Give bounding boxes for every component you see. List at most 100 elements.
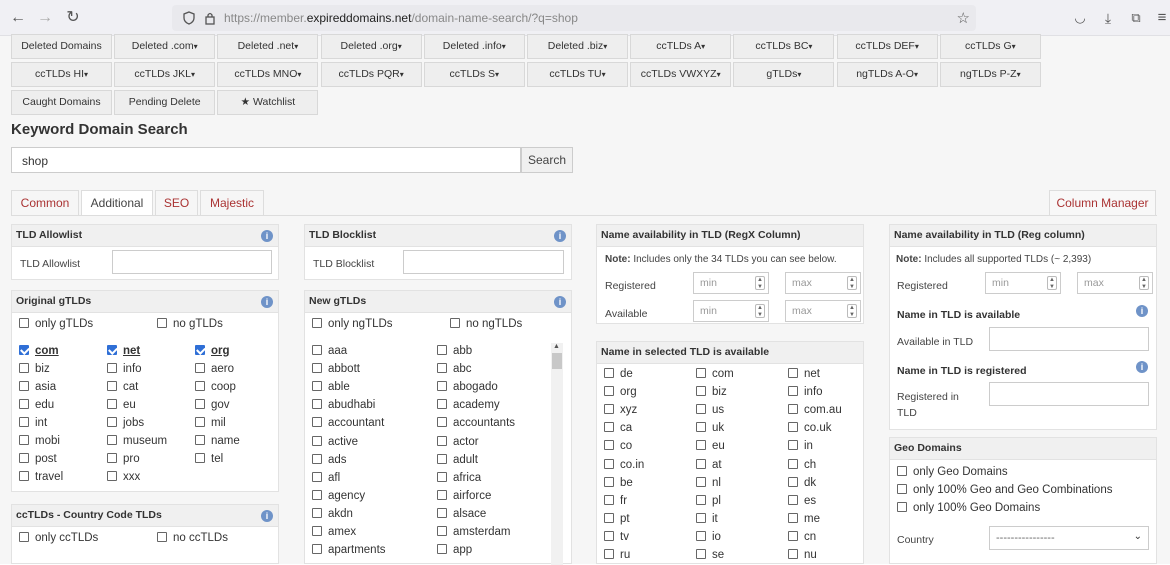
nav-cctlds-hi[interactable]: ccTLDs HI▾ — [11, 62, 112, 87]
ngtld-checkbox-ads[interactable]: ads — [312, 453, 347, 466]
checkbox-box[interactable] — [107, 381, 117, 391]
selected-tld-checkbox-co-in[interactable]: co.in — [604, 458, 644, 471]
selected-tld-checkbox-be[interactable]: be — [604, 476, 633, 489]
selected-tld-checkbox-org[interactable]: org — [604, 386, 637, 398]
gtld-checkbox-travel[interactable]: travel — [19, 471, 63, 483]
address-bar[interactable]: https://member.expireddomains.net/domain… — [172, 5, 976, 31]
gtld-checkbox-gov[interactable]: gov — [195, 399, 230, 411]
ngtld-checkbox-afl[interactable]: afl — [312, 471, 340, 484]
gtld-checkbox-museum[interactable]: museum — [107, 435, 167, 447]
registered-in-tld-input[interactable] — [989, 382, 1149, 406]
ngtld-checkbox-active[interactable]: active — [312, 435, 358, 448]
info-icon[interactable]: i — [261, 230, 273, 242]
ngtld-checkbox-airforce[interactable]: airforce — [437, 489, 491, 502]
checkbox-box[interactable] — [19, 453, 29, 463]
nav-cctlds-jkl[interactable]: ccTLDs JKL▾ — [114, 62, 216, 87]
no-ngtlds-checkbox[interactable]: no ngTLDs — [450, 318, 522, 330]
selected-tld-checkbox-ru[interactable]: ru — [604, 549, 630, 561]
ngtld-checkbox-abbott[interactable]: abbott — [312, 363, 360, 375]
checkbox-box[interactable] — [19, 399, 29, 409]
gtld-checkbox-org[interactable]: org — [195, 345, 230, 357]
selected-tld-checkbox-biz[interactable]: biz — [696, 386, 727, 398]
gtld-checkbox-edu[interactable]: edu — [19, 399, 54, 411]
checkbox-box[interactable] — [107, 471, 117, 481]
gtld-checkbox-eu[interactable]: eu — [107, 399, 136, 411]
selected-tld-checkbox-it[interactable]: it — [696, 512, 718, 525]
gtld-checkbox-pro[interactable]: pro — [107, 453, 140, 465]
checkbox-box[interactable] — [107, 453, 117, 463]
ngtld-checkbox-africa[interactable]: africa — [437, 471, 481, 484]
selected-tld-checkbox-tv[interactable]: tv — [604, 530, 629, 543]
selected-tld-checkbox-nl[interactable]: nl — [696, 476, 721, 489]
nav-deleted-domains[interactable]: Deleted Domains — [11, 34, 112, 59]
selected-tld-checkbox-me[interactable]: me — [788, 512, 820, 525]
info-icon[interactable]: i — [1136, 361, 1148, 373]
nav-cctlds-bc[interactable]: ccTLDs BC▾ — [733, 34, 835, 59]
gtld-checkbox-mil[interactable]: mil — [195, 417, 226, 429]
nav-cctlds-def[interactable]: ccTLDs DEF▾ — [836, 34, 938, 59]
ngtld-scrollbar[interactable]: ▲ — [551, 343, 563, 565]
checkbox-box[interactable] — [195, 399, 205, 409]
selected-tld-checkbox-nu[interactable]: nu — [788, 549, 817, 561]
selected-tld-checkbox-eu[interactable]: eu — [696, 440, 725, 452]
regx-registered-min[interactable]: min ▲ ▼ — [693, 272, 769, 294]
selected-tld-checkbox-io[interactable]: io — [696, 530, 721, 543]
gtld-checkbox-info[interactable]: info — [107, 363, 142, 375]
selected-tld-checkbox-xyz[interactable]: xyz — [604, 404, 637, 416]
nav-cctlds-g[interactable]: ccTLDs G▾ — [939, 34, 1041, 59]
ngtld-checkbox-apartments[interactable]: apartments — [312, 544, 386, 556]
ngtld-checkbox-accountants[interactable]: accountants — [437, 417, 515, 429]
gtld-checkbox-cat[interactable]: cat — [107, 381, 138, 393]
info-icon[interactable]: i — [554, 296, 566, 308]
nav-deleted-com[interactable]: Deleted .com▾ — [114, 34, 216, 59]
pocket-icon[interactable]: ◡ — [1070, 8, 1090, 28]
checkbox-box[interactable] — [195, 417, 205, 427]
column-manager-button[interactable]: Column Manager — [1049, 190, 1156, 216]
checkbox-box[interactable] — [19, 417, 29, 427]
ngtld-checkbox-amex[interactable]: amex — [312, 526, 356, 538]
nav-ngtlds-p-z[interactable]: ngTLDs P-Z▾ — [939, 62, 1041, 87]
only-gtlds-checkbox[interactable]: only gTLDs — [19, 318, 93, 330]
checkbox-box[interactable] — [195, 345, 205, 355]
selected-tld-checkbox-com[interactable]: com — [696, 368, 734, 380]
gtld-checkbox-tel[interactable]: tel — [195, 453, 223, 465]
reg-registered-min[interactable]: min ▲ ▼ — [985, 272, 1061, 294]
nav-deleted-net[interactable]: Deleted .net▾ — [217, 34, 319, 59]
ngtld-checkbox-alsace[interactable]: alsace — [437, 507, 486, 520]
selected-tld-checkbox-pt[interactable]: pt — [604, 512, 630, 525]
info-icon[interactable]: i — [261, 296, 273, 308]
checkbox-box[interactable] — [19, 363, 29, 373]
gtld-checkbox-com[interactable]: com — [19, 345, 59, 357]
tab-additional[interactable]: Additional — [81, 190, 153, 216]
regx-available-max[interactable]: max ▲ ▼ — [785, 300, 861, 322]
nav-cctlds-vwxyz[interactable]: ccTLDs VWXYZ▾ — [630, 62, 732, 87]
nav-caught-domains[interactable]: Caught Domains — [11, 90, 112, 115]
nav-ngtlds-a-o[interactable]: ngTLDs A-O▾ — [836, 62, 938, 87]
ngtld-checkbox-app[interactable]: app — [437, 544, 472, 556]
gtld-checkbox-int[interactable]: int — [19, 417, 47, 429]
reg-registered-max[interactable]: max ▲ ▼ — [1077, 272, 1153, 294]
ngtld-checkbox-akdn[interactable]: akdn — [312, 507, 353, 520]
tab-seo[interactable]: SEO — [155, 190, 198, 216]
menu-icon[interactable]: ≡ — [1152, 8, 1170, 28]
checkbox-box[interactable] — [107, 417, 117, 427]
checkbox-box[interactable] — [195, 381, 205, 391]
ngtld-checkbox-aaa[interactable]: aaa — [312, 345, 347, 357]
nav-deleted-org[interactable]: Deleted .org▾ — [320, 34, 422, 59]
forward-icon[interactable]: → — [35, 8, 55, 28]
ngtld-checkbox-abc[interactable]: abc — [437, 363, 472, 375]
no-cctlds-checkbox[interactable]: no ccTLDs — [157, 532, 228, 544]
selected-tld-checkbox-ch[interactable]: ch — [788, 458, 816, 471]
selected-tld-checkbox-com-au[interactable]: com.au — [788, 404, 842, 416]
checkbox-box[interactable] — [107, 345, 117, 355]
search-input[interactable]: shop — [11, 147, 521, 173]
nav-deleted-info[interactable]: Deleted .info▾ — [423, 34, 525, 59]
gtld-checkbox-mobi[interactable]: mobi — [19, 435, 60, 447]
checkbox-box[interactable] — [19, 381, 29, 391]
only-geo-checkbox[interactable]: only Geo Domains — [897, 466, 1008, 478]
nav-cctlds-s[interactable]: ccTLDs S▾ — [423, 62, 525, 87]
nav-gtlds[interactable]: gTLDs▾ — [733, 62, 835, 87]
ngtld-checkbox-abogado[interactable]: abogado — [437, 381, 498, 393]
extensions-icon[interactable]: ⧉ — [1126, 8, 1146, 28]
selected-tld-checkbox-co-uk[interactable]: co.uk — [788, 422, 832, 434]
